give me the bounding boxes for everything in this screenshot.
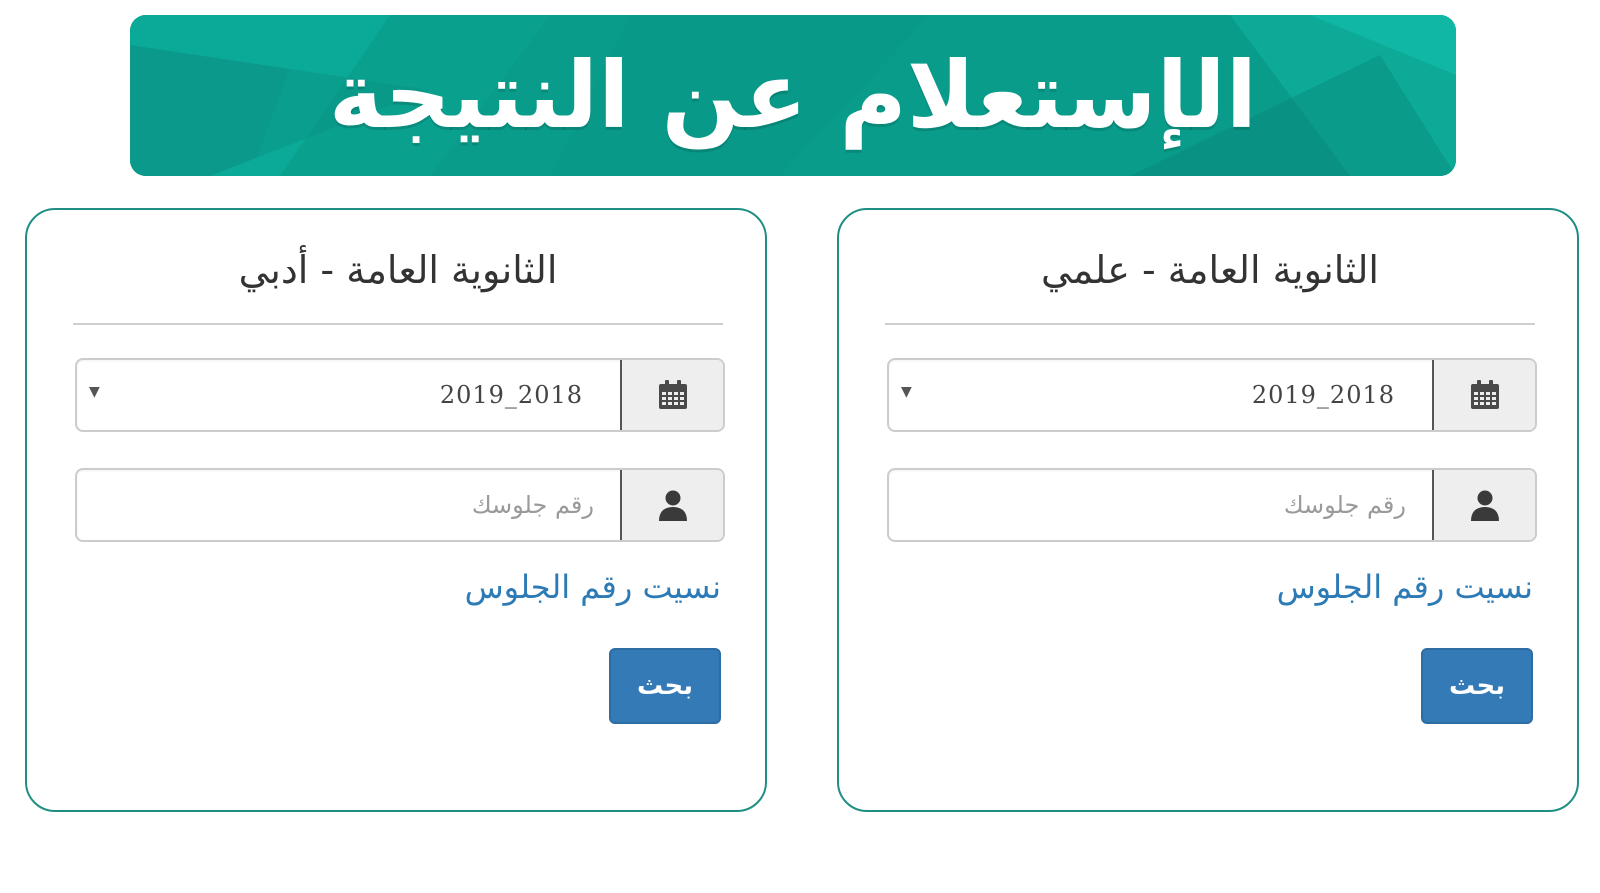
- calendar-icon: [658, 380, 687, 409]
- calendar-icon: [1470, 380, 1499, 409]
- user-addon: [620, 470, 723, 540]
- results-banner: الإستعلام عن النتيجة: [130, 15, 1456, 176]
- user-icon: [1470, 490, 1499, 521]
- search-button[interactable]: بحث: [1421, 648, 1533, 724]
- user-addon: [1432, 470, 1535, 540]
- year-select[interactable]: ▼ 2019_2018: [887, 358, 1537, 432]
- calendar-addon: [620, 360, 723, 430]
- card-divider: [73, 323, 723, 325]
- card-scientific: الثانوية العامة - علمي ▼ 2019_2018 رقم ج…: [837, 208, 1579, 812]
- dropdown-arrow-icon[interactable]: ▼: [901, 384, 912, 400]
- year-select[interactable]: ▼ 2019_2018: [75, 358, 725, 432]
- year-select-value[interactable]: 2019_2018: [440, 360, 583, 430]
- card-title: الثانوية العامة - أدبي: [238, 248, 558, 292]
- card-title: الثانوية العامة - علمي: [1041, 248, 1379, 292]
- dropdown-arrow-icon[interactable]: ▼: [89, 384, 100, 400]
- search-button[interactable]: بحث: [609, 648, 721, 724]
- card-literary: الثانوية العامة - أدبي ▼ 2019_2018 رقم ج…: [25, 208, 767, 812]
- forgot-seat-number-link[interactable]: نسيت رقم الجلوس: [465, 568, 721, 606]
- year-select-value[interactable]: 2019_2018: [1252, 360, 1395, 430]
- seat-number-group: [75, 468, 725, 542]
- forgot-seat-number-link[interactable]: نسيت رقم الجلوس: [1277, 568, 1533, 606]
- banner-title: الإستعلام عن النتيجة: [328, 42, 1258, 149]
- seat-number-input[interactable]: [889, 470, 1434, 540]
- seat-number-group: [887, 468, 1537, 542]
- user-icon: [658, 490, 687, 521]
- calendar-addon: [1432, 360, 1535, 430]
- seat-number-input[interactable]: [77, 470, 622, 540]
- card-divider: [885, 323, 1535, 325]
